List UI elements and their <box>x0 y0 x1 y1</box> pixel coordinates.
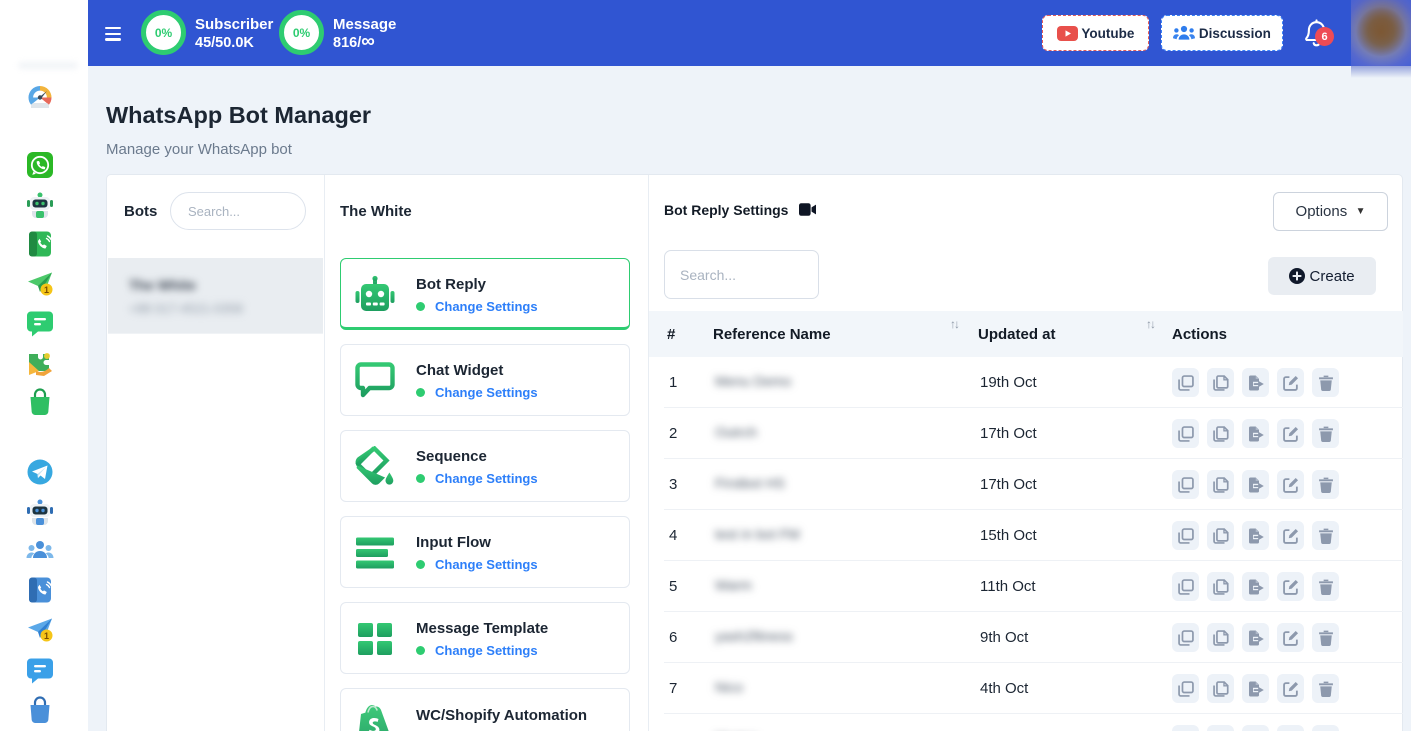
svg-text:1: 1 <box>44 285 49 295</box>
svg-text:1: 1 <box>44 631 49 641</box>
